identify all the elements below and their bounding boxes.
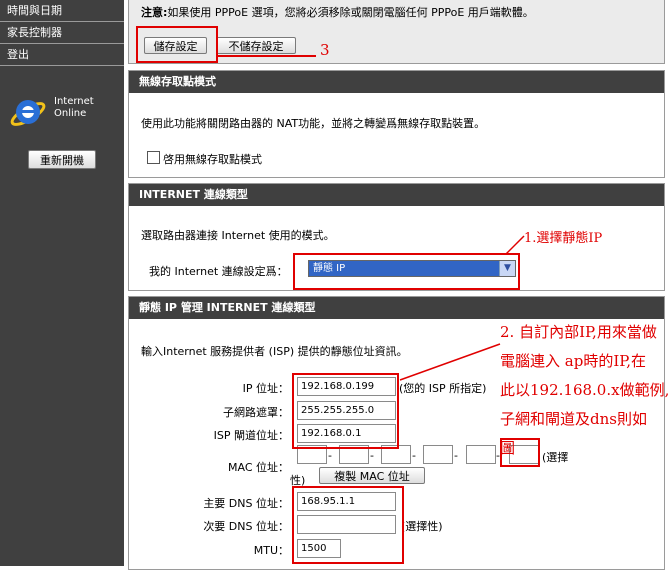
primary-dns-label: 主要 DNS 位址：	[203, 497, 289, 510]
mac-input-5[interactable]	[466, 445, 496, 464]
annotation-arrow-2	[399, 343, 501, 381]
connection-type-select[interactable]: 靜態 IP ▼	[308, 260, 516, 277]
subnet-mask-label: 子網路遮罩：	[223, 406, 289, 419]
ap-mode-desc: 使用此功能將關閉路由器的 NAT功能，並將之轉變爲無線存取點裝置。	[141, 117, 486, 130]
mtu-label: MTU：	[253, 544, 289, 557]
annotation-step2-line: 此以192.168.0.x做範例,	[500, 381, 670, 399]
internet-status-line1: Internet	[54, 96, 94, 107]
annotation-line-3	[216, 55, 316, 57]
dont-save-button[interactable]: 不儲存設定	[216, 37, 296, 54]
chevron-down-icon[interactable]: ▼	[499, 261, 515, 276]
internet-explorer-icon	[10, 100, 46, 126]
annotation-step2-line: 2. 自訂內部IP,用來當做	[500, 323, 657, 341]
mac-separator: -	[370, 449, 374, 462]
ap-mode-title: 無線存取點模式	[129, 71, 664, 93]
internet-status: Internet Online	[8, 88, 120, 136]
notice-text: 注意:如果使用 PPPoE 選項，您將必須移除或關閉電腦任何 PPPoE 用戶端…	[141, 4, 534, 20]
connection-type-label: 我的 Internet 連線設定爲：	[149, 265, 288, 278]
reboot-button[interactable]: 重新開機	[28, 150, 96, 169]
annotation-box-dns	[292, 486, 404, 564]
ip-address-label: IP 位址：	[242, 382, 289, 395]
annotation-step2-line: 圖	[500, 439, 516, 457]
mac-address-label: MAC 位址：	[228, 461, 289, 474]
annotation-step2-line: 電腦連入 ap時的IP,在	[500, 352, 647, 370]
secondary-dns-label: 次要 DNS 位址：	[203, 520, 289, 533]
ap-mode-checkbox[interactable]	[147, 151, 160, 164]
annotation-step2-line: 子網和閘道及dns則如	[500, 410, 647, 428]
ap-mode-panel: 無線存取點模式 使用此功能將關閉路由器的 NAT功能，並將之轉變爲無線存取點裝置…	[128, 70, 665, 178]
mac-separator: -	[328, 449, 332, 462]
copy-mac-button[interactable]: 複製 MAC 位址	[319, 467, 425, 484]
connection-type-title: INTERNET 連線類型	[129, 184, 664, 206]
sidebar-item-time-date[interactable]: 時間與日期	[0, 0, 124, 22]
connection-type-selected: 靜態 IP	[313, 263, 346, 274]
internet-status-line2: Online	[54, 108, 87, 119]
notice-prefix: 注意:	[141, 6, 168, 19]
annotation-step3: 3	[320, 41, 330, 59]
static-ip-desc: 輸入Internet 服務提供者 (ISP) 提供的靜態位址資訊。	[141, 345, 408, 358]
mac-separator: -	[412, 449, 416, 462]
static-ip-title: 靜態 IP 管理 INTERNET 連線類型	[129, 297, 664, 319]
annotation-step2: 2. 自訂內部IP,用來當做 電腦連入 ap時的IP,在 此以192.168.0…	[500, 318, 669, 463]
sidebar-item-logout[interactable]: 登出	[0, 44, 124, 66]
annotation-box-save	[136, 26, 218, 63]
ap-mode-checkbox-label: 啓用無線存取點模式	[163, 153, 262, 166]
annotation-step1: 1.選擇靜態IP	[524, 231, 603, 246]
connection-type-desc: 選取路由器連接 Internet 使用的模式。	[141, 229, 335, 242]
annotation-box-connection-type: 靜態 IP ▼	[293, 253, 520, 290]
notice-body: 如果使用 PPPoE 選項，您將必須移除或關閉電腦任何 PPPoE 用戶端軟體。	[167, 6, 534, 19]
gateway-label: ISP 閘道位址：	[213, 429, 289, 442]
annotation-box-ip	[292, 373, 399, 449]
mac-separator: -	[454, 449, 458, 462]
sidebar: 時間與日期 家長控制器 登出 Internet Online 重新開機	[0, 0, 124, 566]
sidebar-item-parental-control[interactable]: 家長控制器	[0, 22, 124, 44]
mac-input-4[interactable]	[423, 445, 453, 464]
secondary-dns-note: (選擇性)	[401, 520, 443, 533]
